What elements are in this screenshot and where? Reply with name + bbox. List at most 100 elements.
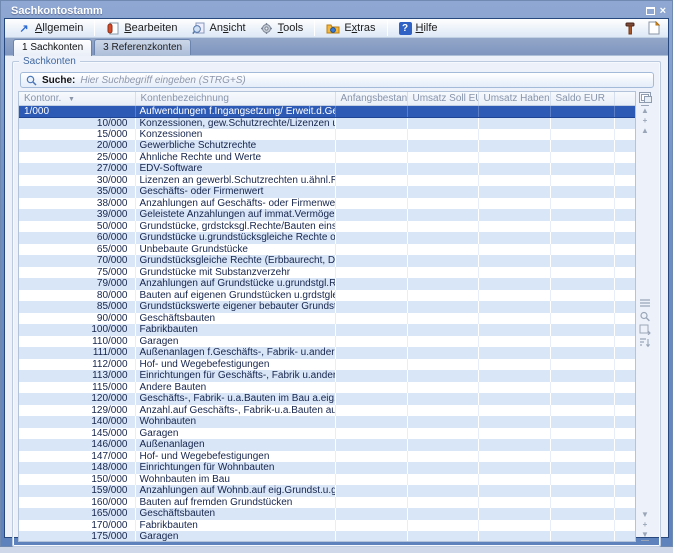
table-row[interactable]: 50/000Grundstücke, grdstcksgl.Rechte/Bau… [19, 221, 635, 233]
cell-anfangsbestand[interactable] [335, 405, 407, 417]
table-row[interactable]: 115/000Andere Bauten [19, 382, 635, 394]
menu-allgemein[interactable]: ↗ Allgemein [11, 19, 89, 37]
menu-ansicht[interactable]: Ansicht [186, 19, 252, 37]
cell-anfangsbestand[interactable] [335, 186, 407, 198]
cell-umsatz-haben[interactable] [478, 451, 550, 463]
cell-umsatz-soll[interactable] [407, 301, 478, 313]
cell-kontonr[interactable]: 70/000 [19, 255, 135, 267]
row-down-button[interactable]: ▼ [641, 511, 649, 519]
cell-umsatz-soll[interactable] [407, 531, 478, 542]
cell-umsatz-haben[interactable] [478, 105, 550, 117]
cell-umsatz-soll[interactable] [407, 508, 478, 520]
export-icon[interactable] [639, 324, 651, 335]
cell-kontonr[interactable]: 30/000 [19, 175, 135, 187]
cell-saldo[interactable] [550, 198, 614, 210]
cell-umsatz-haben[interactable] [478, 462, 550, 474]
cell-umsatz-haben[interactable] [478, 140, 550, 152]
table-row[interactable]: 129/000Anzahl.auf Geschäfts-, Fabrik-u.a… [19, 405, 635, 417]
cell-saldo[interactable] [550, 416, 614, 428]
cell-kontenbezeichnung[interactable]: Anzahlungen auf Grundstücke u.grundstgl.… [135, 278, 335, 290]
cell-saldo[interactable] [550, 244, 614, 256]
cell-saldo[interactable] [550, 382, 614, 394]
cell-kontenbezeichnung[interactable]: Grundstücke u.grundstücksgleiche Rechte … [135, 232, 335, 244]
cell-kontenbezeichnung[interactable]: Fabrikbauten [135, 520, 335, 532]
cell-kontonr[interactable]: 60/000 [19, 232, 135, 244]
cell-kontonr[interactable]: 145/000 [19, 428, 135, 440]
cell-kontenbezeichnung[interactable]: Hof- und Wegebefestigungen [135, 451, 335, 463]
cell-saldo[interactable] [550, 359, 614, 371]
cell-umsatz-soll[interactable] [407, 278, 478, 290]
table-row[interactable]: 38/000Anzahlungen auf Geschäfts- oder Fi… [19, 198, 635, 210]
sort-descending-icon[interactable]: ▼ [68, 96, 75, 103]
cell-kontonr[interactable]: 148/000 [19, 462, 135, 474]
cell-kontenbezeichnung[interactable]: Grundstücksgleiche Rechte (Erbbaurecht, … [135, 255, 335, 267]
tab-referenzkonten[interactable]: 3 Referenzkonten [94, 39, 191, 55]
cell-umsatz-soll[interactable] [407, 163, 478, 175]
table-row[interactable]: 35/000Geschäfts- oder Firmenwert [19, 186, 635, 198]
cell-saldo[interactable] [550, 336, 614, 348]
cell-kontonr[interactable]: 100/000 [19, 324, 135, 336]
cell-saldo[interactable] [550, 474, 614, 486]
cell-kontenbezeichnung[interactable]: Lizenzen an gewerbl.Schutzrechten u.ähnl… [135, 175, 335, 187]
cell-saldo[interactable] [550, 370, 614, 382]
cell-kontonr[interactable]: 10/000 [19, 117, 135, 129]
cell-umsatz-soll[interactable] [407, 255, 478, 267]
cell-umsatz-soll[interactable] [407, 428, 478, 440]
cell-umsatz-haben[interactable] [478, 221, 550, 233]
cell-kontenbezeichnung[interactable]: Fabrikbauten [135, 324, 335, 336]
cell-umsatz-haben[interactable] [478, 393, 550, 405]
cell-umsatz-haben[interactable] [478, 497, 550, 509]
cell-kontenbezeichnung[interactable]: Garagen [135, 336, 335, 348]
cell-umsatz-soll[interactable] [407, 462, 478, 474]
cell-umsatz-soll[interactable] [407, 405, 478, 417]
cell-kontenbezeichnung[interactable]: Außenanlagen [135, 439, 335, 451]
cell-umsatz-soll[interactable] [407, 175, 478, 187]
cell-kontonr[interactable]: 80/000 [19, 290, 135, 302]
cell-anfangsbestand[interactable] [335, 105, 407, 117]
cell-saldo[interactable] [550, 428, 614, 440]
scroll-to-top-button[interactable]: ▲ [641, 105, 649, 115]
table-row[interactable]: 85/000Grundstückswerte eigener bebauter … [19, 301, 635, 313]
close-icon[interactable]: × [660, 6, 666, 16]
table-row[interactable]: 90/000Geschäftsbauten [19, 313, 635, 325]
table-row[interactable]: 27/000EDV-Software [19, 163, 635, 175]
column-header-anfangsbestand[interactable]: Anfangsbestand EUR [335, 92, 407, 105]
cell-anfangsbestand[interactable] [335, 359, 407, 371]
cell-kontonr[interactable]: 165/000 [19, 508, 135, 520]
cell-umsatz-haben[interactable] [478, 232, 550, 244]
table-row[interactable]: 25/000Ähnliche Rechte und Werte [19, 152, 635, 164]
cell-saldo[interactable] [550, 405, 614, 417]
cell-saldo[interactable] [550, 221, 614, 233]
cell-anfangsbestand[interactable] [335, 278, 407, 290]
cell-saldo[interactable] [550, 520, 614, 532]
menu-tools[interactable]: Tools [254, 19, 310, 37]
cell-anfangsbestand[interactable] [335, 428, 407, 440]
column-header-umsatz-haben[interactable]: Umsatz Haben EUR [478, 92, 550, 105]
cell-saldo[interactable] [550, 105, 614, 117]
cell-umsatz-soll[interactable] [407, 474, 478, 486]
cell-umsatz-haben[interactable] [478, 198, 550, 210]
column-header-saldo[interactable]: Saldo EUR [550, 92, 614, 105]
cell-kontenbezeichnung[interactable]: Anzahlungen auf Wohnb.auf eig.Grundst.u.… [135, 485, 335, 497]
cell-umsatz-haben[interactable] [478, 301, 550, 313]
table-row[interactable]: 160/000Bauten auf fremden Grundstücken [19, 497, 635, 509]
cell-kontonr[interactable]: 79/000 [19, 278, 135, 290]
cell-saldo[interactable] [550, 462, 614, 474]
cell-anfangsbestand[interactable] [335, 347, 407, 359]
new-document-icon[interactable] [646, 20, 662, 36]
cell-kontenbezeichnung[interactable]: Garagen [135, 531, 335, 542]
cell-kontenbezeichnung[interactable]: Außenanlagen f.Geschäfts-, Fabrik- u.and… [135, 347, 335, 359]
table-row[interactable]: 30/000Lizenzen an gewerbl.Schutzrechten … [19, 175, 635, 187]
cell-anfangsbestand[interactable] [335, 255, 407, 267]
table-row[interactable]: 147/000Hof- und Wegebefestigungen [19, 451, 635, 463]
cell-saldo[interactable] [550, 232, 614, 244]
restore-icon[interactable] [646, 7, 655, 15]
cell-kontenbezeichnung[interactable]: Grundstücke, grdstcksgl.Rechte/Bauten ei… [135, 221, 335, 233]
cell-kontenbezeichnung[interactable]: Geschäftsbauten [135, 508, 335, 520]
cell-umsatz-haben[interactable] [478, 175, 550, 187]
cell-umsatz-soll[interactable] [407, 497, 478, 509]
cell-kontenbezeichnung[interactable]: Anzahl.auf Geschäfts-, Fabrik-u.a.Bauten… [135, 405, 335, 417]
cell-kontonr[interactable]: 112/000 [19, 359, 135, 371]
cell-kontenbezeichnung[interactable]: Hof- und Wegebefestigungen [135, 359, 335, 371]
cell-kontonr[interactable]: 90/000 [19, 313, 135, 325]
